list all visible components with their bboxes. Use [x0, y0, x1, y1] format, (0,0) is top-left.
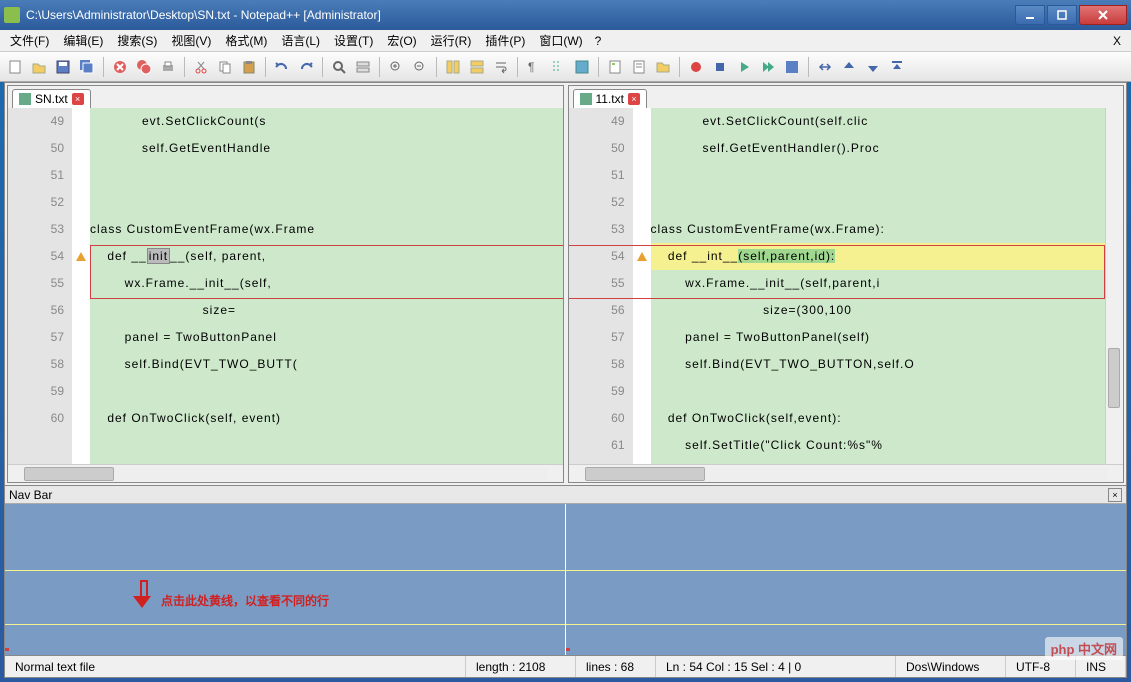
show-all-chars-icon[interactable]: ¶	[523, 56, 545, 78]
compare-icon[interactable]	[814, 56, 836, 78]
navbar-header: Nav Bar ×	[5, 486, 1126, 504]
copy-icon[interactable]	[214, 56, 236, 78]
window-controls	[1015, 5, 1127, 25]
statusbar: Normal text file length : 2108 lines : 6…	[5, 655, 1126, 677]
stop-macro-icon[interactable]	[709, 56, 731, 78]
play-multi-icon[interactable]	[757, 56, 779, 78]
right-marker-column	[633, 108, 651, 464]
minimize-button[interactable]	[1015, 5, 1045, 25]
menubar: 文件(F) 编辑(E) 搜索(S) 视图(V) 格式(M) 语言(L) 设置(T…	[0, 30, 1131, 52]
navbar-panel: Nav Bar × 点击此处黄线，以查看不同的行	[5, 485, 1126, 655]
right-code-lines[interactable]: evt.SetClickCount(self.clic self.GetEven…	[651, 108, 1106, 464]
file-icon	[19, 93, 31, 105]
tab-close-icon[interactable]: ×	[628, 93, 640, 105]
left-gutter: 495051525354555657585960	[8, 108, 72, 464]
arrow-down-icon	[135, 594, 149, 608]
new-file-icon[interactable]	[4, 56, 26, 78]
left-editor-pane: SN.txt × 495051525354555657585960 evt.Se…	[7, 85, 564, 483]
editors-split: SN.txt × 495051525354555657585960 evt.Se…	[5, 83, 1126, 485]
file-icon	[580, 93, 592, 105]
menu-settings[interactable]: 设置(T)	[328, 30, 379, 51]
menubar-close-icon[interactable]: X	[1107, 34, 1127, 48]
menu-language[interactable]: 语言(L)	[275, 30, 326, 51]
sync-h-icon[interactable]	[466, 56, 488, 78]
func-list-icon[interactable]	[628, 56, 650, 78]
play-macro-icon[interactable]	[733, 56, 755, 78]
status-filetype: Normal text file	[5, 656, 466, 677]
right-tab[interactable]: 11.txt ×	[573, 89, 647, 108]
svg-text:¶: ¶	[528, 60, 534, 74]
right-vscrollbar[interactable]	[1105, 108, 1123, 464]
tab-close-icon[interactable]: ×	[72, 93, 84, 105]
save-icon[interactable]	[52, 56, 74, 78]
navbar-close-icon[interactable]: ×	[1108, 488, 1122, 502]
close-button[interactable]	[1079, 5, 1127, 25]
menu-macro[interactable]: 宏(O)	[381, 30, 422, 51]
left-marker-column	[72, 108, 90, 464]
close-file-icon[interactable]	[109, 56, 131, 78]
right-gutter: 49505152535455565758596061	[569, 108, 633, 464]
doc-map-icon[interactable]	[604, 56, 626, 78]
folder-view-icon[interactable]	[652, 56, 674, 78]
first-diff-icon[interactable]	[886, 56, 908, 78]
maximize-button[interactable]	[1047, 5, 1077, 25]
titlebar: C:\Users\Administrator\Desktop\SN.txt - …	[0, 0, 1131, 30]
user-lang-icon[interactable]	[571, 56, 593, 78]
navbar-hint: 点击此处黄线，以查看不同的行	[135, 592, 329, 609]
indent-guide-icon[interactable]	[547, 56, 569, 78]
menu-window[interactable]: 窗口(W)	[533, 30, 588, 51]
navbar-left[interactable]: 点击此处黄线，以查看不同的行	[5, 504, 565, 655]
close-all-icon[interactable]	[133, 56, 155, 78]
save-all-icon[interactable]	[76, 56, 98, 78]
next-diff-icon[interactable]	[862, 56, 884, 78]
status-lines: lines : 68	[576, 656, 656, 677]
workspace: SN.txt × 495051525354555657585960 evt.Se…	[4, 82, 1127, 678]
left-hscrollbar[interactable]	[8, 464, 563, 482]
prev-diff-icon[interactable]	[838, 56, 860, 78]
status-eol: Dos\Windows	[896, 656, 1006, 677]
right-hscrollbar[interactable]	[569, 464, 1124, 482]
menu-file[interactable]: 文件(F)	[4, 30, 55, 51]
menu-help[interactable]: ?	[595, 34, 602, 48]
left-code-area[interactable]: 495051525354555657585960 evt.SetClickCou…	[8, 108, 563, 464]
right-code-area[interactable]: 49505152535455565758596061 evt.SetClickC…	[569, 108, 1124, 464]
app-icon	[4, 7, 20, 23]
right-tab-bar: 11.txt ×	[569, 86, 1124, 108]
zoom-out-icon[interactable]	[409, 56, 431, 78]
sync-v-icon[interactable]	[442, 56, 464, 78]
undo-icon[interactable]	[271, 56, 293, 78]
wrap-icon[interactable]	[490, 56, 512, 78]
status-position: Ln : 54 Col : 15 Sel : 4 | 0	[656, 656, 896, 677]
navbar-right[interactable]	[566, 504, 1126, 655]
watermark: php 中文网	[1045, 637, 1123, 660]
tab-label: SN.txt	[35, 92, 68, 106]
menu-run[interactable]: 运行(R)	[425, 30, 478, 51]
left-code-lines[interactable]: evt.SetClickCount(s self.GetEventHandlec…	[90, 108, 563, 464]
redo-icon[interactable]	[295, 56, 317, 78]
open-file-icon[interactable]	[28, 56, 50, 78]
left-tab-bar: SN.txt ×	[8, 86, 563, 108]
menu-plugins[interactable]: 插件(P)	[479, 30, 531, 51]
navbar-body[interactable]: 点击此处黄线，以查看不同的行	[5, 504, 1126, 655]
find-icon[interactable]	[328, 56, 350, 78]
paste-icon[interactable]	[238, 56, 260, 78]
toolbar: ¶	[0, 52, 1131, 82]
menu-format[interactable]: 格式(M)	[219, 30, 273, 51]
window-title: C:\Users\Administrator\Desktop\SN.txt - …	[26, 8, 1015, 22]
record-macro-icon[interactable]	[685, 56, 707, 78]
right-editor-pane: 11.txt × 49505152535455565758596061 evt.…	[568, 85, 1125, 483]
status-length: length : 2108	[466, 656, 576, 677]
cut-icon[interactable]	[190, 56, 212, 78]
menu-view[interactable]: 视图(V)	[165, 30, 217, 51]
menu-search[interactable]: 搜索(S)	[111, 30, 163, 51]
tab-label: 11.txt	[596, 92, 624, 106]
save-macro-icon[interactable]	[781, 56, 803, 78]
navbar-title: Nav Bar	[9, 488, 52, 502]
zoom-in-icon[interactable]	[385, 56, 407, 78]
menu-edit[interactable]: 编辑(E)	[57, 30, 109, 51]
replace-icon[interactable]	[352, 56, 374, 78]
print-icon[interactable]	[157, 56, 179, 78]
left-tab[interactable]: SN.txt ×	[12, 89, 91, 108]
